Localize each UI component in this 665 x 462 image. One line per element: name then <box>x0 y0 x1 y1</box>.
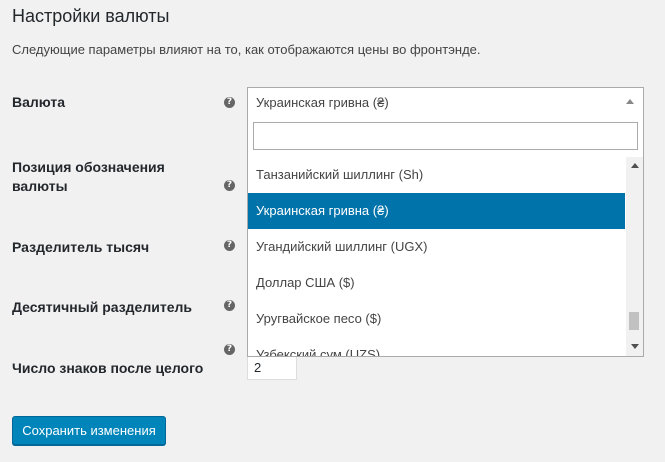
help-icon[interactable]: ? <box>224 344 235 355</box>
num-decimals-label: Число знаков после целого <box>12 360 204 376</box>
help-icon[interactable]: ? <box>224 240 235 251</box>
scroll-thumb[interactable] <box>629 312 639 330</box>
chevron-up-icon <box>626 99 634 104</box>
dropdown-option[interactable]: Доллар США ($) <box>248 265 625 301</box>
currency-label: Валюта <box>12 94 66 110</box>
dropdown-option[interactable]: Уругвайское песо ($) <box>248 301 625 337</box>
save-button[interactable]: Сохранить изменения <box>12 416 166 445</box>
currency-select-value: Украинская гривна (₴) <box>256 95 389 110</box>
num-decimals-input[interactable] <box>247 356 297 380</box>
dropdown-option[interactable]: Танзанийский шиллинг (Sh) <box>248 157 625 193</box>
dropdown-search-wrap <box>253 122 638 152</box>
currency-position-label: Позиция обозначения валюты <box>12 158 165 196</box>
currency-position-label-line2: валюты <box>12 178 68 194</box>
dropdown-search-input[interactable] <box>253 122 638 150</box>
dropdown-option-selected[interactable]: Украинская гривна (₴) <box>248 193 625 229</box>
section-description: Следующие параметры влияют на то, как от… <box>12 42 481 57</box>
currency-select[interactable]: Украинская гривна (₴) <box>247 87 644 117</box>
scroll-up-icon[interactable] <box>631 163 639 168</box>
thousand-separator-label: Разделитель тысяч <box>12 239 150 255</box>
dropdown-options-list: Танзанийский шиллинг (Sh) Украинская гри… <box>248 157 625 356</box>
decimal-separator-label: Десятичный разделитель <box>12 299 192 315</box>
page-title: Настройки валюты <box>12 6 170 26</box>
help-icon[interactable]: ? <box>224 180 235 191</box>
scroll-down-icon[interactable] <box>631 344 639 349</box>
help-icon[interactable]: ? <box>224 300 235 311</box>
dropdown-scrollbar[interactable] <box>626 157 643 356</box>
help-icon[interactable]: ? <box>224 97 235 108</box>
currency-dropdown: Танзанийский шиллинг (Sh) Украинская гри… <box>247 117 644 357</box>
currency-position-label-line1: Позиция обозначения <box>12 159 165 175</box>
dropdown-option[interactable]: Угандийский шиллинг (UGX) <box>248 229 625 265</box>
dropdown-option[interactable]: Узбекский сум (UZS) <box>248 337 625 356</box>
